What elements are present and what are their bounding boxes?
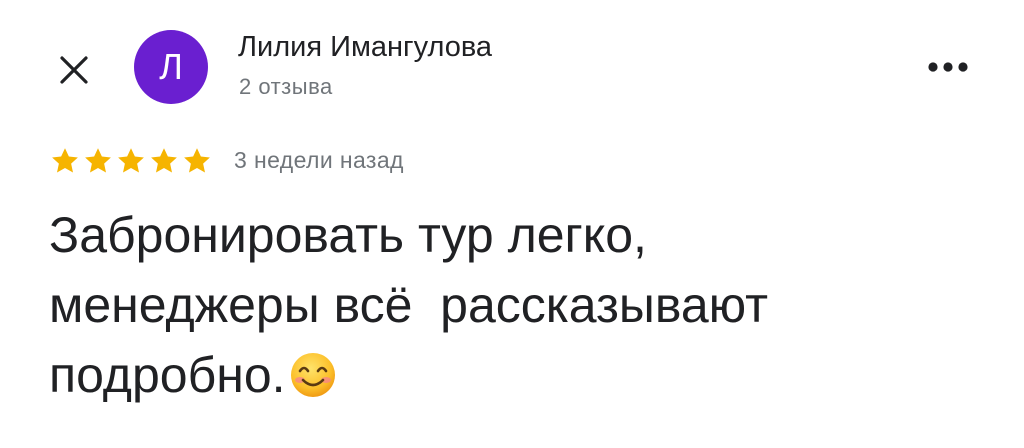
more-options-button[interactable] — [918, 50, 978, 84]
avatar-letter: Л — [159, 46, 183, 87]
star-icon — [184, 148, 210, 173]
star-rating — [49, 146, 213, 176]
author-reviews-count: 2 отзыва — [239, 74, 333, 99]
review-text: Забронировать тур легко, менеджеры всё р… — [49, 200, 1009, 418]
review-text-line-3: подробно. — [49, 347, 286, 403]
star-icon — [118, 148, 144, 173]
avatar[interactable]: Л — [134, 30, 208, 104]
review-date: 3 недели назад — [234, 147, 404, 173]
review-text-line-1: Забронировать тур легко, — [49, 207, 647, 263]
smiling-face-icon — [288, 348, 338, 418]
more-horiz-icon — [928, 62, 968, 72]
star-icon — [151, 148, 177, 173]
close-button[interactable] — [54, 50, 94, 90]
close-icon — [60, 56, 88, 84]
review-text-line-2: менеджеры всё рассказывают — [49, 277, 768, 333]
star-icon — [52, 148, 78, 173]
author-name[interactable]: Лилия Имангулова — [238, 30, 492, 64]
star-icon — [85, 148, 111, 173]
